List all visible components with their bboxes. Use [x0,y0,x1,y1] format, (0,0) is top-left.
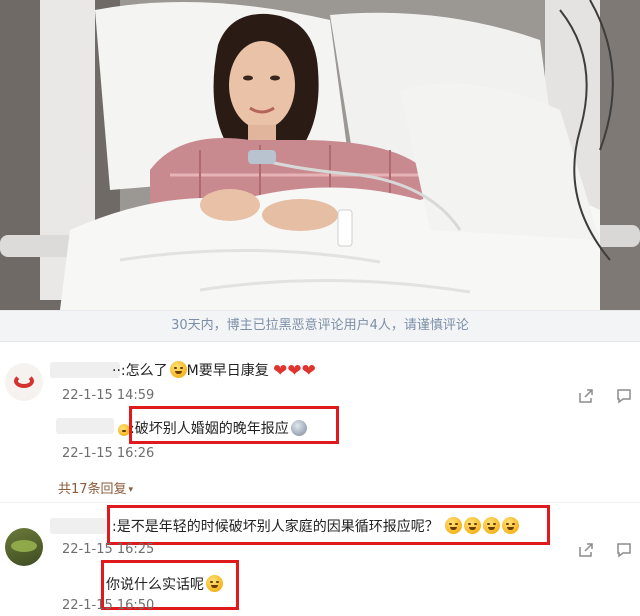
username-redacted[interactable] [56,418,114,434]
username-redacted[interactable] [50,362,120,378]
share-icon[interactable] [578,542,594,558]
heart-icon: ❤ [287,361,302,381]
comment-policy-notice: 30天内，博主已拉黑恶意评论用户4人，请谨慎评论 [0,310,640,342]
comment-icon[interactable] [616,542,632,558]
hospital-bed-photo [0,0,640,310]
avatar[interactable] [5,528,43,566]
comment-icon[interactable] [616,388,632,404]
heart-icon: ❤ [301,361,316,381]
comment-time: 22-1-15 16:26 [62,446,155,461]
highlight-box [107,505,550,545]
share-icon[interactable] [578,388,594,404]
view-replies-link[interactable]: 共17条回复 ▾ [58,478,133,497]
post-photo[interactable] [0,0,640,310]
replies-label: 共17条回复 [58,482,127,497]
avatar[interactable] [5,363,43,401]
comment-text-part2: M要早日康复 [186,363,269,379]
chevron-down-icon: ▾ [128,485,134,495]
comment-text-part1: ··:怎么了 [112,363,168,379]
comment-time: 22-1-15 16:50 [62,598,155,613]
highlight-box [129,406,339,444]
divider [0,502,640,503]
comment-time: 22-1-15 16:25 [62,542,155,557]
worried-face-icon [169,361,187,378]
username-redacted[interactable] [50,518,106,534]
comment-time: 22-1-15 14:59 [62,388,155,403]
heart-icon: ❤ [273,361,288,381]
comment-text: ··:怎么了 M要早日康复 ❤❤❤ [112,360,316,381]
